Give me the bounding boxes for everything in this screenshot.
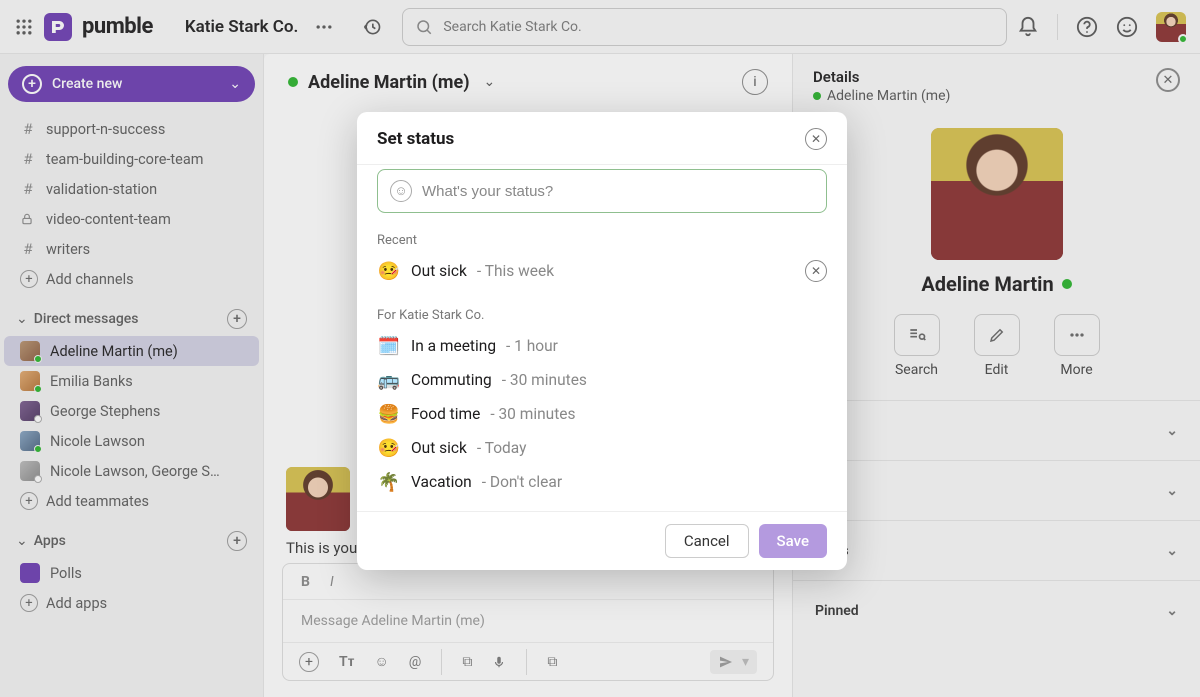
status-text-field[interactable]: [422, 183, 814, 200]
status-text: Commuting: [411, 371, 492, 389]
emoji-picker-icon[interactable]: ☺: [390, 180, 412, 202]
status-emoji: 🤒: [377, 261, 401, 282]
recent-label: Recent: [377, 233, 827, 248]
status-duration: - 30 minutes: [490, 405, 575, 423]
status-emoji: 🌴: [377, 472, 401, 493]
status-emoji: 🗓️: [377, 336, 401, 357]
org-label: For Katie Stark Co.: [377, 308, 827, 323]
set-status-modal: Set status ✕ ☺ Recent 🤒 Out sick - This …: [357, 112, 847, 570]
status-emoji: 🚌: [377, 370, 401, 391]
status-suggestion[interactable]: 🌴 Vacation - Don't clear: [377, 465, 827, 499]
modal-title: Set status: [377, 129, 454, 149]
status-duration: - This week: [477, 262, 554, 280]
status-duration: - 1 hour: [506, 337, 558, 355]
status-input[interactable]: ☺: [377, 169, 827, 213]
remove-status-icon[interactable]: ✕: [805, 260, 827, 282]
status-duration: - 30 minutes: [502, 371, 587, 389]
status-duration: - Today: [477, 439, 527, 457]
status-emoji: 🍔: [377, 404, 401, 425]
status-text: Food time: [411, 405, 480, 423]
status-suggestion[interactable]: 🤒 Out sick - This week ✕: [377, 254, 827, 288]
status-duration: - Don't clear: [482, 473, 562, 491]
status-text: In a meeting: [411, 337, 496, 355]
status-suggestion[interactable]: 🍔 Food time - 30 minutes: [377, 397, 827, 431]
status-text: Out sick: [411, 439, 467, 457]
cancel-label: Cancel: [684, 532, 730, 550]
status-suggestion[interactable]: 🚌 Commuting - 30 minutes: [377, 363, 827, 397]
save-button[interactable]: Save: [759, 524, 827, 558]
close-modal-icon[interactable]: ✕: [805, 128, 827, 150]
status-emoji: 🤒: [377, 438, 401, 459]
save-label: Save: [777, 532, 809, 550]
cancel-button[interactable]: Cancel: [665, 524, 749, 558]
status-text: Out sick: [411, 262, 467, 280]
status-suggestion[interactable]: 🗓️ In a meeting - 1 hour: [377, 329, 827, 363]
status-text: Vacation: [411, 473, 472, 491]
status-suggestion[interactable]: 🤒 Out sick - Today: [377, 431, 827, 465]
